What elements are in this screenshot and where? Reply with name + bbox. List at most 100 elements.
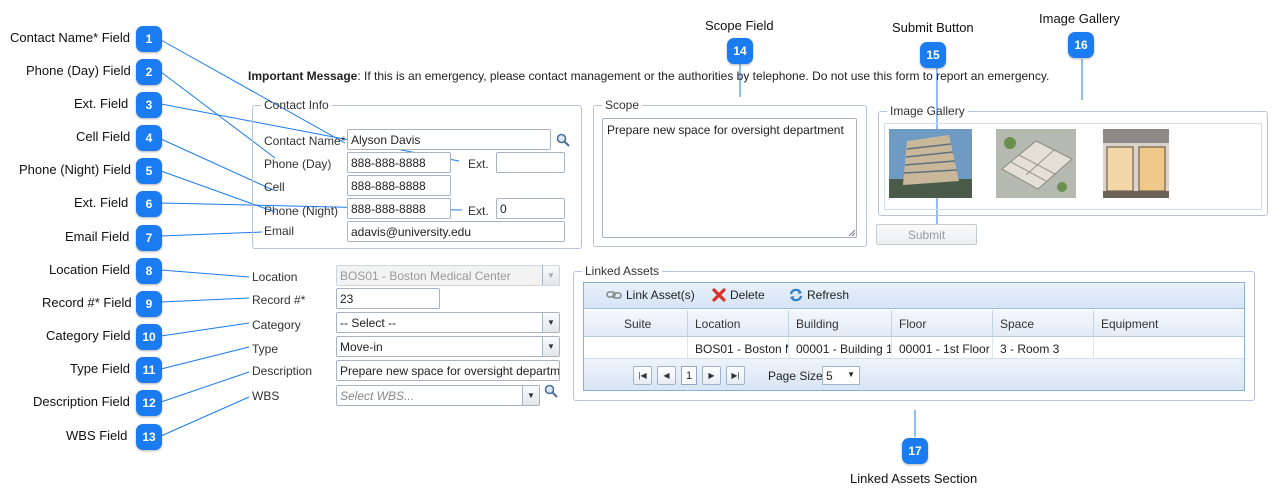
col-equipment[interactable]: Equipment [1093, 310, 1244, 336]
cell-space: 3 - Room 3 [992, 337, 1093, 358]
page-size-label: Page Size [768, 369, 823, 383]
table-row[interactable]: BOS01 - Boston Medical Center 00001 - Bu… [584, 337, 1244, 359]
delete-label: Delete [730, 288, 765, 302]
gallery-thumb-floorplan[interactable] [996, 129, 1076, 198]
refresh-button[interactable]: Refresh [789, 288, 849, 302]
callout-badge-9: 9 [136, 291, 162, 317]
link-assets-button[interactable]: Link Asset(s) [606, 288, 695, 302]
grid-pager: |◀ ◀ 1 ▶ ▶| Page Size 5 ▼ [584, 359, 1244, 390]
callout-label-7: Email Field [65, 229, 130, 244]
callout-badge-11: 11 [136, 357, 162, 383]
callout-badge-4: 4 [136, 125, 162, 151]
wbs-dropdown-icon[interactable]: ▼ [522, 386, 539, 405]
submit-button[interactable]: Submit [876, 224, 977, 245]
category-select[interactable]: -- Select -- ▼ [336, 312, 560, 333]
phone-night-label: Phone (Night) [264, 204, 339, 218]
email-field[interactable]: adavis@university.edu [347, 221, 565, 242]
col-location[interactable]: Location [687, 310, 788, 336]
wbs-label: WBS [252, 389, 280, 403]
scope-field[interactable]: Prepare new space for oversight departme… [602, 118, 857, 238]
callout-badge-2: 2 [136, 59, 162, 85]
phone-night-field[interactable]: 888-888-8888 [347, 198, 451, 219]
ext-day-field[interactable] [496, 152, 565, 173]
delete-icon [712, 288, 726, 302]
col-suite[interactable]: Suite [584, 310, 687, 336]
first-page-icon[interactable]: |◀ [633, 366, 652, 385]
cell-building: 00001 - Building 1 [788, 337, 891, 358]
type-value: Move-in [340, 340, 383, 354]
col-space[interactable]: Space [992, 310, 1093, 336]
type-select[interactable]: Move-in ▼ [336, 336, 560, 357]
category-dropdown-icon[interactable]: ▼ [542, 313, 559, 332]
record-label: Record #* [252, 293, 306, 307]
callout-badge-6: 6 [136, 191, 162, 217]
ext-night-field[interactable]: 0 [496, 198, 565, 219]
ext-day-label: Ext. [468, 157, 489, 171]
cell-field[interactable]: 888-888-8888 [347, 175, 451, 196]
scope-legend: Scope [605, 98, 640, 112]
wbs-search-icon[interactable] [544, 384, 558, 398]
cell-suite [584, 337, 687, 358]
gallery-thumb-storefront[interactable] [1103, 129, 1169, 198]
phone-day-label: Phone (Day) [264, 157, 332, 171]
callout-label-9: Record #* Field [42, 295, 132, 310]
record-field[interactable]: 23 [336, 288, 440, 309]
cell-equipment [1093, 337, 1244, 358]
delete-button[interactable]: Delete [712, 288, 765, 302]
important-message-title: Important Message [248, 69, 358, 83]
location-label: Location [252, 270, 298, 284]
callout-label-5: Phone (Night) Field [19, 162, 131, 177]
callout-badge-7: 7 [136, 225, 162, 251]
category-value: -- Select -- [340, 316, 397, 330]
callout-badge-3: 3 [136, 92, 162, 118]
type-dropdown-icon[interactable]: ▼ [542, 337, 559, 356]
page-size-dropdown-icon: ▼ [847, 370, 855, 379]
grid-header: Suite Location Building Floor Space Equi… [584, 310, 1244, 337]
important-message: Important Message: If this is an emergen… [248, 69, 1049, 83]
callout-label-10: Category Field [46, 328, 131, 343]
callout-label-11: Type Field [70, 361, 130, 376]
callout-label-17: Linked Assets Section [850, 471, 978, 486]
location-value: BOS01 - Boston Medical Center [340, 269, 511, 283]
callout-badge-8: 8 [136, 258, 162, 284]
callout-label-14: Scope Field [705, 18, 774, 33]
ext-night-label: Ext. [468, 204, 489, 218]
last-page-icon[interactable]: ▶| [726, 366, 745, 385]
callout-badge-14: 14 [727, 38, 753, 64]
callout-badge-1: 1 [136, 26, 162, 52]
location-field: BOS01 - Boston Medical Center ▼ [336, 265, 560, 286]
location-dropdown-icon: ▼ [542, 266, 559, 285]
col-floor[interactable]: Floor [891, 310, 992, 336]
col-building[interactable]: Building [788, 310, 891, 336]
email-label: Email [264, 224, 295, 238]
callout-badge-12: 12 [136, 390, 162, 416]
callout-badge-13: 13 [136, 424, 162, 450]
wbs-select[interactable]: Select WBS... ▼ [336, 385, 540, 406]
callout-label-3: Ext. Field [74, 96, 129, 111]
next-page-icon[interactable]: ▶ [702, 366, 721, 385]
link-assets-label: Link Asset(s) [626, 288, 695, 302]
resize-grip-icon[interactable] [848, 229, 856, 237]
callout-badge-17: 17 [902, 438, 928, 464]
page-size-select[interactable]: 5 ▼ [822, 366, 860, 385]
phone-day-field[interactable]: 888-888-8888 [347, 152, 451, 173]
current-page[interactable]: 1 [681, 366, 697, 385]
linked-assets-legend: Linked Assets [585, 264, 660, 278]
callout-label-13: WBS Field [66, 428, 128, 443]
contact-search-icon[interactable] [556, 133, 570, 147]
prev-page-icon[interactable]: ◀ [657, 366, 676, 385]
cell-label: Cell [264, 180, 285, 194]
gallery-thumb-building[interactable] [889, 129, 972, 198]
refresh-label: Refresh [807, 288, 850, 302]
callout-label-16: Image Gallery [1039, 11, 1120, 26]
contact-name-label: Contact Name* [264, 134, 346, 148]
contact-name-field[interactable]: Alyson Davis [347, 129, 551, 150]
callout-label-12: Description Field [33, 394, 130, 409]
type-label: Type [252, 342, 279, 356]
description-field[interactable]: Prepare new space for oversight departme… [336, 360, 560, 381]
callout-label-15: Submit Button [892, 20, 974, 35]
wbs-placeholder: Select WBS... [340, 389, 415, 403]
image-gallery-legend: Image Gallery [890, 104, 965, 118]
description-label: Description [252, 364, 313, 378]
cell-floor: 00001 - 1st Floor [891, 337, 992, 358]
